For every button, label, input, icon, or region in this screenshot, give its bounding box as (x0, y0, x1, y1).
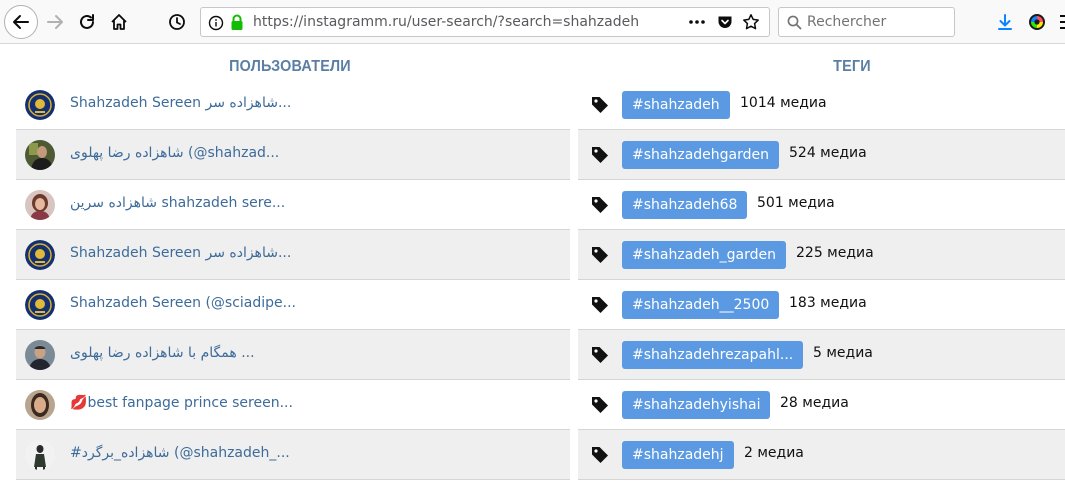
media-count: 501 медиа (757, 195, 835, 211)
user-name-link[interactable]: Shahzadeh Sereen شاهزاده سر... (70, 245, 291, 261)
kiss-lips-icon: 💋 (70, 395, 88, 411)
extension-color-wheel-icon (1029, 14, 1045, 30)
photo-avatar-icon (25, 440, 55, 470)
hashtag-link[interactable]: #shahzadehj (622, 441, 734, 469)
media-count: 524 медиа (789, 145, 867, 161)
tag-row[interactable]: #shahzadehj 2 медиа (578, 430, 1065, 480)
tag-icon (592, 447, 608, 463)
user-name-link[interactable]: شاهزاده رضا پهلوی (@shahzad... (70, 145, 279, 161)
avatar[interactable] (25, 240, 55, 270)
emblem-avatar-icon (25, 90, 55, 120)
url-text[interactable]: https://instagramm.ru/user-search/?searc… (253, 14, 639, 30)
hamburger-icon (1060, 15, 1065, 29)
avatar[interactable] (25, 190, 55, 220)
search-bar[interactable] (778, 7, 955, 37)
history-button[interactable] (162, 7, 192, 37)
pocket-icon[interactable] (717, 14, 733, 30)
tag-row[interactable]: #shahzadehyishai 28 медиа (578, 380, 1065, 430)
reload-icon (80, 14, 94, 29)
tag-icon (592, 147, 608, 163)
home-button[interactable] (104, 7, 134, 37)
hashtag-link[interactable]: #shahzadehyishai (622, 391, 771, 419)
tag-row[interactable]: #shahzadehrezapahl... 5 медиа (578, 330, 1065, 380)
url-bar[interactable]: https://instagramm.ru/user-search/?searc… (200, 7, 770, 37)
user-row[interactable]: همگام با شاهزاده رضا پهلوی ... (16, 330, 570, 380)
tag-icon (592, 197, 608, 213)
media-count: 1014 медиа (740, 95, 827, 111)
media-count: 5 медиа (813, 345, 873, 361)
photo-avatar-icon (25, 340, 55, 370)
user-name-text: best fanpage prince sereen... (87, 395, 293, 411)
user-name-link[interactable]: Shahzadeh Sereen (@sciadipe... (70, 295, 296, 311)
tag-icon (592, 397, 608, 413)
extension-button[interactable] (1022, 7, 1052, 37)
search-input[interactable] (807, 12, 947, 32)
tag-icon (592, 347, 608, 363)
hashtag-link[interactable]: #shahzadeh__2500 (622, 291, 780, 319)
user-row[interactable]: شاهزاده رضا پهلوی (@shahzad... (16, 130, 570, 180)
home-icon (111, 14, 127, 30)
avatar[interactable] (25, 140, 55, 170)
tag-icon (592, 297, 608, 313)
tag-icon (592, 97, 608, 113)
tag-row[interactable]: #shahzadeh_garden 225 медиа (578, 230, 1065, 280)
user-name-link[interactable]: همگام با شاهزاده رضا پهلوی ... (70, 345, 255, 361)
hashtag-link[interactable]: #shahzadeh68 (622, 191, 748, 219)
user-name-link[interactable]: 💋best fanpage prince sereen... (70, 395, 293, 411)
avatar[interactable] (25, 90, 55, 120)
lock-icon[interactable] (229, 14, 245, 31)
emblem-avatar-icon (25, 240, 55, 270)
user-name-link[interactable]: Shahzadeh Sereen شاهزاده سر... (70, 95, 291, 111)
user-row[interactable]: Shahzadeh Sereen شاهزاده سر... (16, 230, 570, 280)
user-name-link[interactable]: #شاهزاده_برگرد (@shahzadeh_... (70, 445, 290, 461)
emblem-avatar-icon (25, 290, 55, 320)
user-name-link[interactable]: شاهزاده سرین shahzadeh sere... (70, 195, 285, 211)
tag-icon (592, 247, 608, 263)
user-row[interactable]: Shahzadeh Sereen شاهزاده سر... (16, 80, 570, 130)
tag-row[interactable]: #shahzadeh68 501 медиа (578, 180, 1065, 230)
photo-avatar-icon (25, 140, 55, 170)
user-row[interactable]: Shahzadeh Sereen (@sciadipe... (16, 280, 570, 330)
media-count: 183 медиа (789, 295, 867, 311)
hashtag-link[interactable]: #shahzadeh (622, 91, 730, 119)
hashtag-link[interactable]: #shahzadehgarden (622, 141, 779, 169)
user-row[interactable]: 💋best fanpage prince sereen... (16, 380, 570, 430)
media-count: 225 медиа (796, 245, 874, 261)
hashtag-link[interactable]: #shahzadehrezapahl... (622, 341, 804, 369)
forward-arrow-icon (47, 15, 63, 29)
search-icon (787, 15, 802, 30)
menu-button[interactable] (1058, 10, 1065, 34)
browser-toolbar: https://instagramm.ru/user-search/?searc… (0, 0, 1065, 44)
reload-button[interactable] (72, 7, 102, 37)
tags-column-header: ТЕГИ (833, 58, 871, 75)
media-count: 28 медиа (780, 395, 849, 411)
avatar[interactable] (25, 340, 55, 370)
info-icon[interactable] (208, 15, 224, 31)
back-button[interactable] (4, 5, 38, 39)
download-button[interactable] (990, 7, 1020, 37)
star-icon[interactable] (742, 13, 760, 31)
download-arrow-icon (998, 14, 1012, 30)
media-count: 2 медиа (744, 445, 804, 461)
clock-icon (169, 14, 185, 30)
hashtag-link[interactable]: #shahzadeh_garden (622, 241, 786, 269)
avatar[interactable] (25, 440, 55, 470)
photo-avatar-icon (25, 390, 55, 420)
tag-row[interactable]: #shahzadehgarden 524 медиа (578, 130, 1065, 180)
tag-row[interactable]: #shahzadeh__2500 183 медиа (578, 280, 1065, 330)
more-dots-icon[interactable] (687, 14, 707, 30)
user-row[interactable]: #شاهزاده_برگرد (@shahzadeh_... (16, 430, 570, 480)
avatar[interactable] (25, 290, 55, 320)
back-arrow-icon (13, 15, 29, 29)
photo-avatar-icon (25, 190, 55, 220)
avatar[interactable] (25, 390, 55, 420)
users-list: Shahzadeh Sereen شاهزاده سر... شاهزاده ر… (16, 80, 570, 480)
users-column-header: ПОЛЬЗОВАТЕЛИ (229, 58, 351, 75)
user-row[interactable]: شاهزاده سرین shahzadeh sere... (16, 180, 570, 230)
tags-list: #shahzadeh 1014 медиа #shahzadehgarden 5… (578, 80, 1065, 480)
tag-row[interactable]: #shahzadeh 1014 медиа (578, 80, 1065, 130)
forward-button[interactable] (40, 7, 70, 37)
